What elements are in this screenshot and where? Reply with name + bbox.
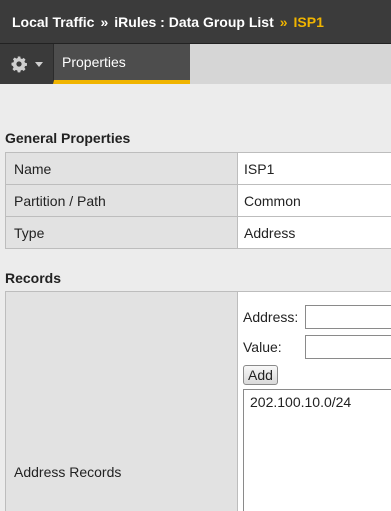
records-title: Records: [5, 270, 62, 286]
general-properties-title: General Properties: [5, 130, 131, 146]
address-records-label: Address Records: [5, 291, 238, 511]
partition-value: Common: [237, 184, 391, 217]
chevron-down-icon: [35, 61, 43, 67]
partition-label: Partition / Path: [5, 184, 238, 217]
value-field-row: Value:: [243, 335, 391, 359]
list-item[interactable]: 202.100.10.0/24: [250, 394, 391, 410]
gear-menu-button[interactable]: [0, 44, 53, 84]
breadcrumb: Local Traffic » iRules : Data Group List…: [0, 0, 391, 44]
tab-bar: Properties: [0, 44, 391, 84]
breadcrumb-separator: »: [279, 13, 288, 30]
address-input[interactable]: [305, 305, 391, 329]
address-records-editor: Address: Value: Add 202.100.10.0/24: [237, 291, 391, 511]
records-table: Address Records Address: Value: Add 202.…: [5, 291, 391, 511]
table-row: Name ISP1: [5, 152, 391, 185]
table-row: Partition / Path Common: [5, 184, 391, 217]
type-label: Type: [5, 216, 238, 249]
address-field-row: Address:: [243, 305, 391, 329]
table-row: Type Address: [5, 216, 391, 249]
gear-icon: [11, 56, 27, 73]
breadcrumb-separator: »: [100, 13, 109, 30]
breadcrumb-data-group-list[interactable]: iRules : Data Group List: [114, 14, 273, 30]
name-label: Name: [5, 152, 238, 185]
value-label: Value:: [243, 339, 282, 355]
type-value: Address: [237, 216, 391, 249]
address-records-list[interactable]: 202.100.10.0/24: [243, 389, 391, 511]
add-button[interactable]: Add: [243, 365, 278, 385]
table-row: Address Records Address: Value: Add 202.…: [5, 291, 391, 511]
tab-properties[interactable]: Properties: [53, 44, 190, 84]
breadcrumb-current: ISP1: [293, 13, 324, 30]
general-properties-table: Name ISP1 Partition / Path Common Type A…: [5, 152, 391, 249]
breadcrumb-local-traffic[interactable]: Local Traffic: [12, 14, 94, 30]
tab-properties-label: Properties: [62, 54, 126, 70]
name-value: ISP1: [237, 152, 391, 185]
value-input[interactable]: [305, 335, 391, 359]
address-label: Address:: [243, 309, 299, 325]
